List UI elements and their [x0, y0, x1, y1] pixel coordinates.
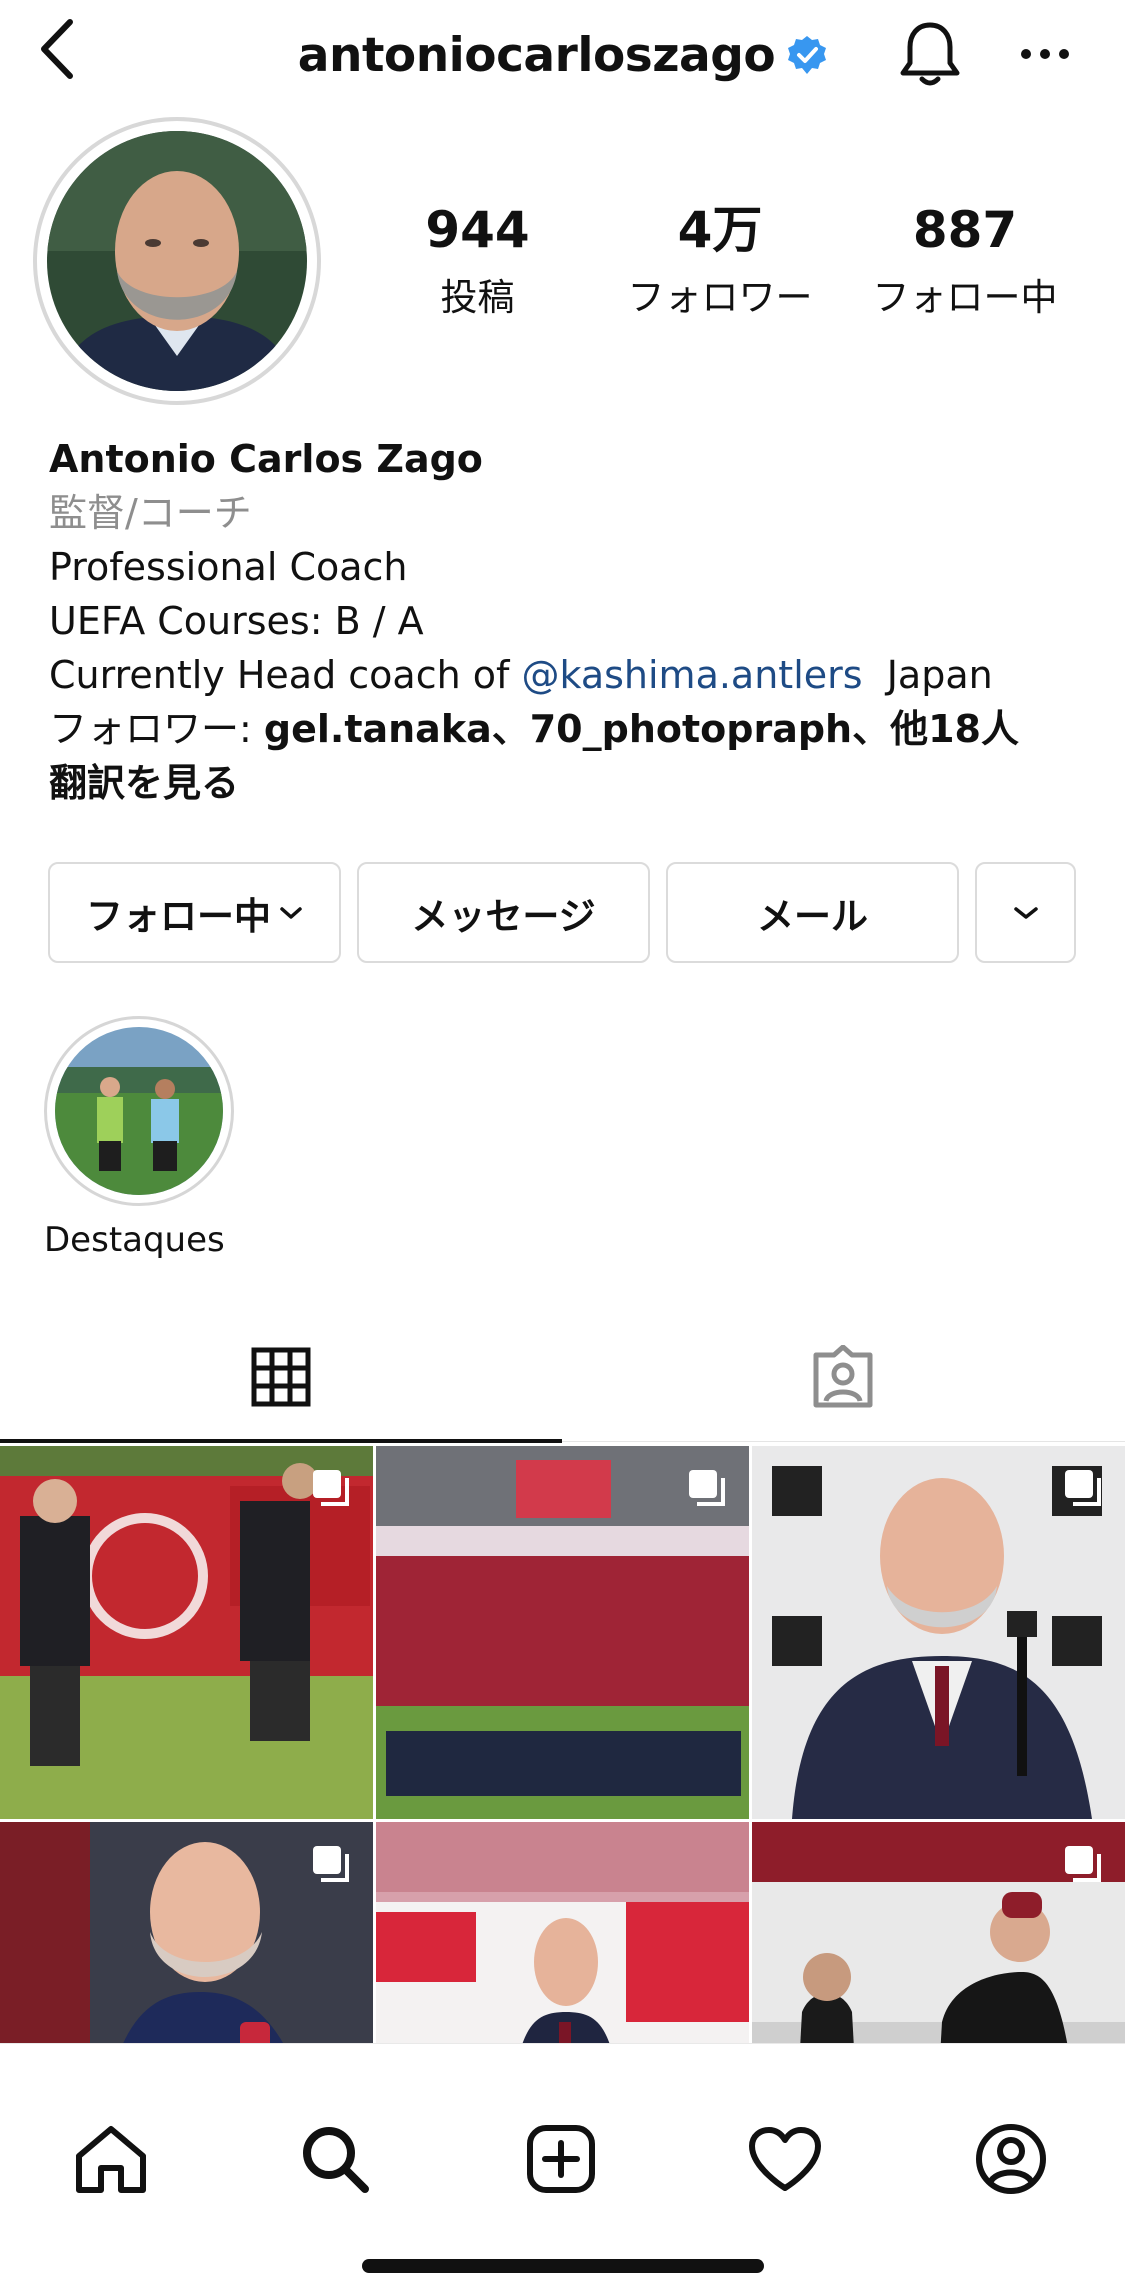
followers-stat[interactable]: 4万 フォロワー	[610, 205, 830, 321]
following-stat[interactable]: 887 フォロー中	[855, 205, 1075, 321]
add-post-icon	[527, 2125, 595, 2193]
nav-create[interactable]	[516, 2114, 606, 2204]
chevron-down-icon	[1013, 906, 1038, 919]
following-button[interactable]: フォロー中	[48, 862, 341, 963]
bio-line-3-suffix: Japan	[862, 653, 993, 697]
bio-line-3: Currently Head coach of @kashima.antlers…	[49, 648, 1099, 702]
post-thumbnail[interactable]	[752, 1446, 1125, 1819]
bio-line-2: UEFA Courses: B / A	[49, 599, 424, 643]
post-thumbnail[interactable]	[0, 1822, 373, 2043]
post-thumbnail[interactable]	[752, 1822, 1125, 2043]
display-name: Antonio Carlos Zago	[49, 437, 483, 481]
bio-line-3-prefix: Currently Head coach of	[49, 653, 522, 697]
heart-icon	[749, 2127, 821, 2191]
mail-button[interactable]: メール	[666, 862, 959, 963]
bio-line-1: Professional Coach	[49, 545, 408, 589]
active-tab-indicator	[0, 1439, 562, 1443]
mail-button-label: メール	[757, 894, 868, 938]
profile-header: antoniocarloszago	[0, 0, 1125, 110]
multi-post-icon	[689, 1470, 725, 1506]
nav-profile[interactable]	[966, 2114, 1056, 2204]
followed-by[interactable]: フォロワー: gel.tanaka、70_photopraph、他18人	[49, 702, 1099, 756]
message-button[interactable]: メッセージ	[357, 862, 650, 963]
suggested-accounts-button[interactable]	[975, 862, 1076, 963]
search-icon	[303, 2127, 369, 2193]
multi-post-icon	[1065, 1846, 1101, 1882]
multi-post-icon	[313, 1846, 349, 1882]
multi-post-icon	[1065, 1470, 1101, 1506]
home-indicator	[362, 2259, 764, 2273]
followers-label: フォロワー	[627, 276, 813, 319]
story-highlight[interactable]: Destaques	[44, 1016, 234, 1260]
nav-search[interactable]	[290, 2114, 380, 2204]
home-icon	[76, 2126, 146, 2193]
bottom-navigation	[0, 2043, 1125, 2291]
profile-icon	[976, 2124, 1046, 2194]
nav-home[interactable]	[66, 2114, 156, 2204]
multi-post-icon	[313, 1470, 349, 1506]
highlight-cover	[55, 1027, 223, 1195]
post-thumbnail[interactable]	[0, 1446, 373, 1819]
posts-count: 944	[425, 201, 530, 259]
posts-grid	[0, 1446, 1125, 2043]
following-label: フォロー中	[872, 276, 1058, 319]
category-label: 監督/コーチ	[49, 491, 252, 535]
highlight-ring	[44, 1016, 234, 1206]
verified-badge-icon	[788, 36, 827, 74]
more-horizontal-icon	[1021, 49, 1069, 59]
posts-label: 投稿	[440, 276, 515, 319]
post-thumbnail[interactable]	[376, 1446, 749, 1819]
grid-icon	[251, 1347, 311, 1407]
profile-actions: フォロー中 メッセージ メール	[48, 862, 1076, 963]
post-thumbnail[interactable]	[376, 1822, 749, 2043]
mention-link[interactable]: @kashima.antlers	[521, 653, 862, 697]
translate-link[interactable]: 翻訳を見る	[49, 756, 1099, 810]
followers-count: 4万	[677, 201, 763, 259]
tab-tagged[interactable]	[562, 1312, 1124, 1442]
profile-avatar-ring[interactable]	[33, 117, 321, 405]
chevron-down-icon	[280, 906, 302, 919]
highlight-label: Destaques	[44, 1220, 225, 1260]
profile-avatar	[47, 131, 307, 391]
nav-activity[interactable]	[740, 2114, 830, 2204]
followed-by-names: gel.tanaka、70_photopraph、他18人	[263, 707, 1019, 751]
following-count: 887	[912, 201, 1018, 259]
posts-stat: 944 投稿	[405, 205, 550, 321]
message-button-label: メッセージ	[411, 894, 596, 938]
profile-bio: Antonio Carlos Zago 監督/コーチ Professional …	[49, 432, 1099, 810]
followed-by-prefix: フォロワー:	[49, 707, 264, 751]
profile-tabs	[0, 1312, 1125, 1443]
tagged-icon	[813, 1345, 873, 1408]
following-button-label: フォロー中	[86, 894, 271, 938]
more-options-button[interactable]	[1005, 14, 1085, 94]
tab-posts-grid[interactable]	[0, 1312, 562, 1442]
username-title: antoniocarloszago	[297, 27, 776, 83]
bell-icon	[900, 22, 960, 86]
notifications-button[interactable]	[890, 14, 970, 94]
